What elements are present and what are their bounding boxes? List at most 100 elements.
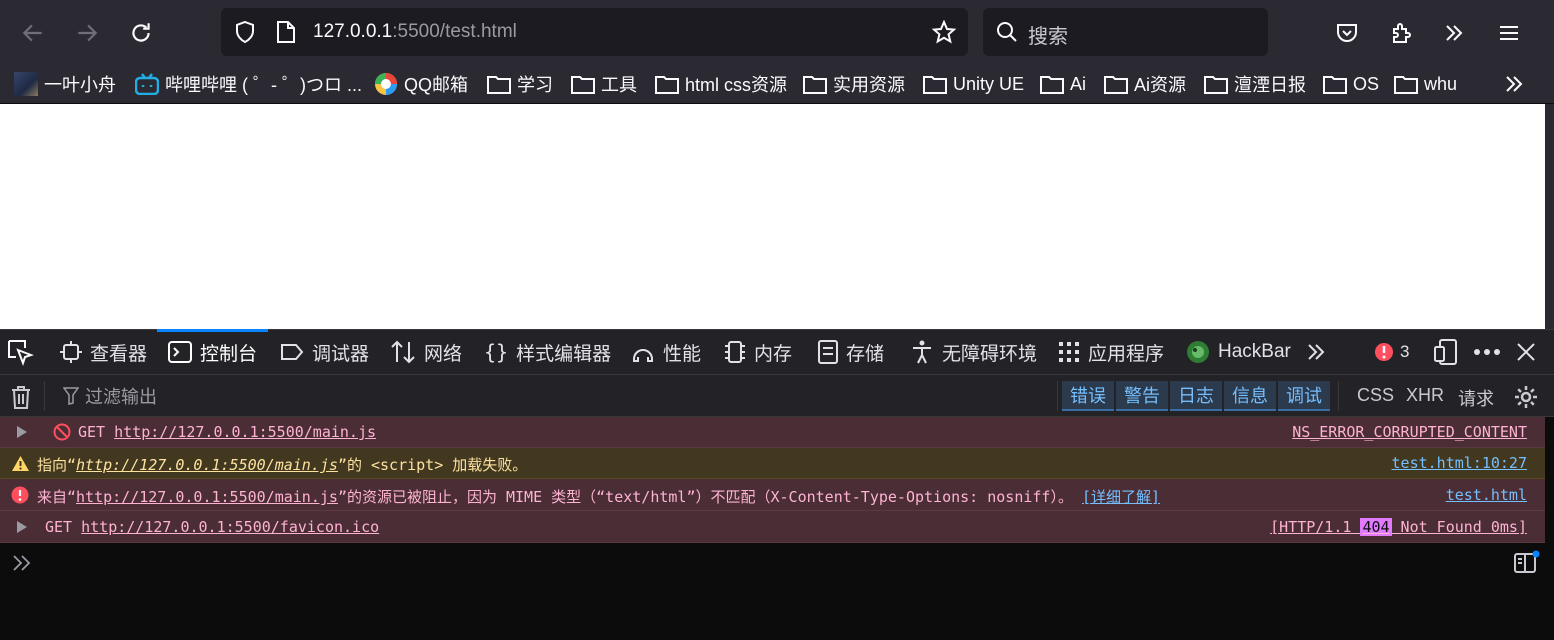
tab-application[interactable]: 应用程序 (1058, 330, 1164, 374)
bookmark-item[interactable]: 一叶小舟 (14, 71, 116, 97)
folder-icon (923, 76, 947, 94)
filter-requests-button[interactable]: 请求 (1458, 385, 1494, 411)
responsive-design-button[interactable] (1434, 330, 1458, 374)
console-message-network-error[interactable]: GET http://127.0.0.1:5500/main.js NS_ERR… (0, 417, 1545, 448)
page-scrollbar (1545, 104, 1554, 329)
tab-debugger[interactable]: 调试器 (280, 330, 369, 374)
console-message-404[interactable]: GET http://127.0.0.1:5500/favicon.ico [H… (0, 511, 1545, 543)
tab-accessibility[interactable]: 无障碍环境 (910, 330, 1037, 374)
bilibili-icon (135, 73, 159, 95)
back-button[interactable] (14, 14, 52, 52)
tab-style-editor[interactable]: {} 样式编辑器 (484, 330, 611, 374)
address-bar[interactable]: 127.0.0.1:5500/test.html (221, 8, 968, 56)
filter-errors-button[interactable]: 错误 (1062, 381, 1114, 411)
bookmark-item[interactable]: 哔哩哔哩 ( ゜- ゜)つロ ... (135, 71, 362, 97)
page-icon[interactable] (275, 20, 297, 44)
tab-hackbar[interactable]: HackBar (1186, 330, 1291, 374)
console-filter-bar: 过滤输出 错误 警告 日志 信息 调试 CSS XHR 请求 (0, 375, 1554, 417)
message-text: 来自“http://127.0.0.1:5500/main.js”的资源已被阻止… (37, 488, 1161, 506)
devtools-options-button[interactable] (1474, 330, 1500, 374)
console-message-mime-error[interactable]: 来自“http://127.0.0.1:5500/main.js”的资源已被阻止… (0, 479, 1545, 511)
message-url-link[interactable]: http://127.0.0.1:5500/main.js (76, 488, 338, 506)
tab-memory[interactable]: 内存 (724, 330, 792, 374)
arrow-right-icon (78, 24, 98, 42)
responsive-icon (1434, 339, 1457, 365)
folder-icon (1104, 76, 1128, 94)
tab-network[interactable]: 网络 (390, 330, 462, 374)
learn-more-link[interactable]: [详细了解] (1082, 488, 1160, 506)
console-icon (168, 341, 192, 363)
editor-mode-button[interactable] (1513, 549, 1541, 579)
message-url-link[interactable]: http://127.0.0.1:5500/main.js (114, 423, 376, 441)
gear-icon (1515, 386, 1537, 408)
extensions-button[interactable] (1383, 14, 1421, 52)
divider (1057, 381, 1058, 411)
message-text: GET http://127.0.0.1:5500/main.js (78, 423, 377, 441)
tab-console[interactable]: 控制台 (157, 329, 268, 374)
bookmark-folder[interactable]: 澶湮日报 (1204, 71, 1306, 97)
message-status[interactable]: [HTTP/1.1 404 Not Found 0ms] (1270, 518, 1527, 536)
bookmark-folder[interactable]: whu (1394, 71, 1457, 97)
bookmarks-overflow-button[interactable] (1502, 71, 1526, 97)
bookmark-folder[interactable]: Ai (1040, 71, 1086, 97)
grid-icon (1059, 342, 1079, 362)
bookmark-folder[interactable]: OS (1323, 71, 1379, 97)
forward-button[interactable] (68, 14, 106, 52)
shield-icon[interactable] (233, 20, 257, 44)
filter-debug-button[interactable]: 调试 (1278, 381, 1330, 411)
message-source[interactable]: test.html (1446, 486, 1527, 504)
star-icon[interactable] (932, 20, 956, 44)
bookmark-folder[interactable]: 学习 (487, 71, 553, 97)
filter-xhr-button[interactable]: XHR (1406, 385, 1444, 406)
reload-button[interactable] (122, 14, 160, 52)
tab-performance[interactable]: 性能 (631, 330, 701, 374)
filter-info-button[interactable]: 信息 (1224, 381, 1276, 411)
error-count-badge[interactable]: 3 (1374, 330, 1409, 374)
menu-button[interactable] (1490, 14, 1528, 52)
console-settings-button[interactable] (1514, 385, 1538, 413)
pocket-button[interactable] (1328, 14, 1366, 52)
close-icon (1517, 343, 1535, 361)
filter-warnings-button[interactable]: 警告 (1116, 381, 1168, 411)
hackbar-icon (1187, 341, 1209, 363)
expand-arrow-icon[interactable] (16, 425, 28, 439)
message-source[interactable]: test.html:10:27 (1392, 454, 1527, 472)
pick-element-icon (8, 340, 34, 366)
tab-storage[interactable]: 存储 (818, 330, 884, 374)
bookmark-folder[interactable]: 实用资源 (803, 71, 905, 97)
message-url-link[interactable]: http://127.0.0.1:5500/favicon.ico (81, 518, 379, 536)
bookmark-item[interactable]: QQ邮箱 (374, 71, 468, 97)
clear-console-button[interactable] (10, 385, 32, 413)
console-message-warning[interactable]: 指向“http://127.0.0.1:5500/main.js”的 <scri… (0, 448, 1545, 479)
reload-icon (132, 23, 150, 42)
expand-arrow-icon[interactable] (16, 520, 28, 534)
bookmark-folder[interactable]: Ai资源 (1104, 71, 1186, 97)
qqmail-icon (375, 73, 397, 95)
message-url-link[interactable]: http://127.0.0.1:5500/main.js (76, 456, 338, 474)
filter-input[interactable]: 过滤输出 (44, 381, 1044, 411)
folder-icon (655, 76, 679, 94)
devtools-toolbar: 查看器 控制台 调试器 网络 {} 样式编辑器 性能 内存 存储 无障碍环境 应… (0, 329, 1554, 375)
filter-css-button[interactable]: CSS (1357, 385, 1394, 406)
bookmark-folder[interactable]: 工具 (571, 71, 637, 97)
search-placeholder: 搜索 (1028, 26, 1068, 48)
element-picker-button[interactable] (6, 330, 34, 374)
folder-icon (571, 76, 595, 94)
puzzle-icon (1393, 23, 1411, 43)
bookmark-folder[interactable]: html css资源 (655, 71, 787, 97)
page-content (0, 104, 1545, 329)
tab-inspector[interactable]: 查看器 (60, 330, 147, 374)
double-chevron-right-icon (1506, 76, 1523, 92)
console-input[interactable] (0, 543, 1554, 640)
filter-logs-button[interactable]: 日志 (1170, 381, 1222, 411)
message-source[interactable]: NS_ERROR_CORRUPTED_CONTENT (1292, 423, 1527, 441)
folder-icon (1204, 76, 1228, 94)
tabs-overflow-button[interactable] (1304, 330, 1328, 374)
close-devtools-button[interactable] (1516, 330, 1536, 374)
url-text[interactable]: 127.0.0.1:5500/test.html (313, 21, 517, 43)
overflow-button[interactable] (1435, 14, 1473, 52)
bookmark-folder[interactable]: Unity UE (923, 71, 1024, 97)
accessibility-icon (913, 340, 931, 364)
search-box[interactable]: 搜索 (983, 8, 1268, 56)
folder-icon (1323, 76, 1347, 94)
